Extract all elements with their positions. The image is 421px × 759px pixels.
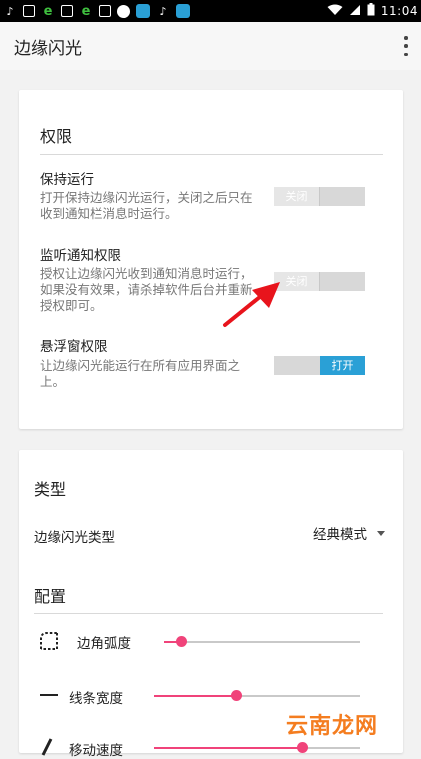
signal-icon: [349, 4, 361, 19]
keep-running-desc: 打开保持边缘闪光运行，关闭之后只在收到通知栏消息时运行。: [40, 190, 253, 221]
switch-label: 关闭: [274, 187, 320, 206]
overflow-menu-icon[interactable]: [401, 36, 411, 56]
document-icon: [61, 5, 73, 17]
overlay-permission-desc: 让边缘闪光能运行在所有应用界面之上。: [40, 358, 241, 389]
speed-fill: [154, 747, 303, 749]
speed-icon: [41, 738, 53, 756]
notification-permission-desc: 授权让边缘闪光收到通知消息时运行，如果没有效果，请杀掉软件后台并重新授权即可。: [40, 266, 253, 313]
line-width-thumb[interactable]: [230, 690, 242, 701]
document-icon: [23, 5, 35, 17]
overlay-permission-switch[interactable]: 打开: [274, 356, 365, 375]
battery-icon: [367, 3, 375, 19]
wifi-icon: [327, 4, 343, 19]
notification-permission-title: 监听通知权限: [40, 248, 121, 264]
corner-radius-icon: [40, 632, 58, 650]
chat-icon: [117, 4, 130, 18]
browser-icon: e: [81, 3, 91, 19]
flash-type-label: 边缘闪光类型: [34, 530, 115, 546]
config-title: 配置: [34, 587, 67, 606]
line-width-fill: [154, 695, 237, 697]
tiktok-icon: ♪: [6, 4, 14, 18]
permissions-title: 权限: [40, 127, 73, 146]
corner-radius-label: 边角弧度: [77, 636, 131, 652]
switch-label: 关闭: [274, 272, 320, 291]
keep-running-title: 保持运行: [40, 172, 94, 188]
status-bar: ♪ e e ♪ 11:04: [0, 0, 421, 22]
notification-permission-switch[interactable]: 关闭: [274, 272, 365, 291]
line-width-label: 线条宽度: [69, 691, 123, 707]
dropdown-arrow-icon: [377, 530, 385, 536]
speed-thumb[interactable]: [296, 742, 308, 753]
permissions-card: 权限 保持运行 打开保持边缘闪光运行，关闭之后只在收到通知栏消息时运行。 关闭 …: [19, 90, 403, 429]
type-title: 类型: [34, 480, 67, 499]
clock: 11:04: [380, 4, 418, 18]
divider: [40, 154, 383, 155]
overlay-permission-title: 悬浮窗权限: [40, 339, 108, 355]
app-title: 边缘闪光: [14, 39, 82, 59]
flash-type-dropdown[interactable]: 经典模式: [313, 523, 385, 543]
sim-icon: [99, 5, 111, 17]
switch-label: 打开: [320, 356, 365, 375]
app-icon: [176, 4, 190, 18]
watermark: 云南龙网: [286, 714, 379, 739]
corner-radius-thumb[interactable]: [176, 636, 188, 647]
keep-running-switch[interactable]: 关闭: [274, 187, 365, 206]
speed-label: 移动速度: [69, 743, 123, 759]
notification-icons: ♪ e e ♪: [3, 3, 190, 19]
line-width-icon: [40, 694, 58, 696]
divider: [34, 613, 383, 614]
system-icons: 11:04: [327, 3, 418, 19]
app-bar: 边缘闪光: [0, 22, 421, 70]
app-icon: [136, 4, 150, 18]
browser-icon: e: [43, 3, 53, 19]
corner-radius-track[interactable]: [164, 641, 360, 643]
tiktok-icon: ♪: [159, 4, 167, 18]
dropdown-value: 经典模式: [313, 527, 367, 543]
